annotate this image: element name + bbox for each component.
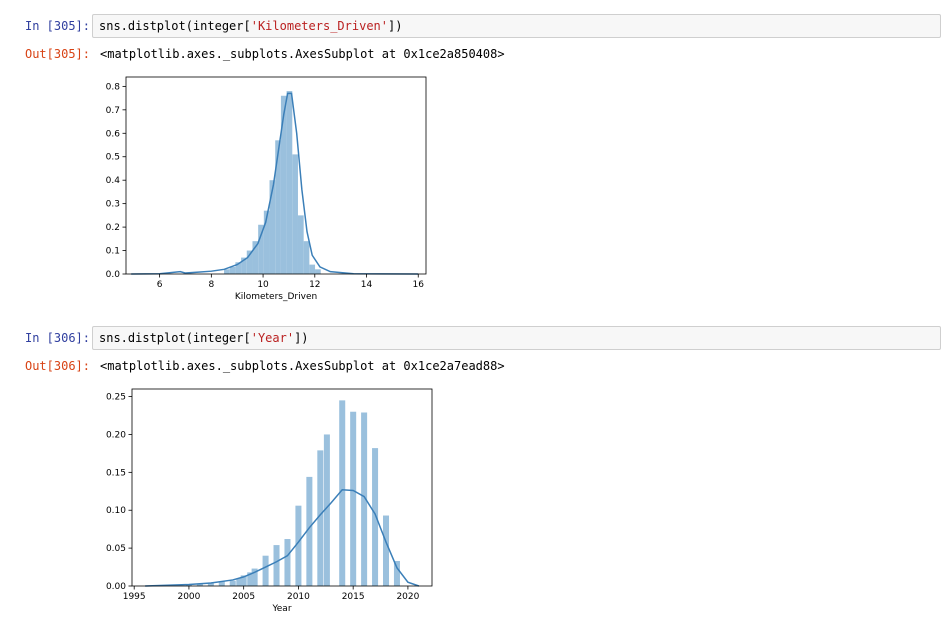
- x-tick-label: 2010: [287, 592, 310, 602]
- x-axis-label: Year: [271, 604, 291, 614]
- y-tick-label: 0.4: [106, 176, 121, 186]
- histogram-bar: [275, 140, 281, 274]
- x-tick-label: 2020: [396, 592, 419, 602]
- y-tick-label: 0.00: [106, 582, 126, 592]
- code-suffix: ]): [388, 19, 403, 33]
- histogram-bar: [309, 264, 316, 274]
- code-input[interactable]: sns.distplot(integer['Kilometers_Driven'…: [92, 14, 941, 38]
- y-tick-label: 0.7: [106, 106, 120, 116]
- code-prefix: sns.distplot(integer[: [99, 331, 251, 345]
- y-tick-label: 0.5: [106, 153, 120, 163]
- y-tick-label: 0.10: [106, 506, 126, 516]
- input-prompt: In [305]:: [24, 19, 90, 33]
- histogram-bar: [303, 241, 310, 274]
- histogram-bar: [383, 515, 390, 586]
- x-tick-label: 16: [413, 280, 425, 290]
- code-suffix: ]): [294, 331, 309, 345]
- code-prefix: sns.distplot(integer[: [99, 19, 251, 33]
- chart-year: 1995 2000 2005 2010 2015 2020 0.00 0.05 0.10 0.15…: [106, 388, 433, 614]
- histogram-bar: [372, 448, 379, 586]
- x-tick-label: 2015: [342, 592, 365, 602]
- output-text: <matplotlib.axes._subplots.AxesSubplot a…: [100, 359, 505, 373]
- histogram-bar: [315, 269, 321, 274]
- y-tick-label: 0.25: [106, 393, 126, 403]
- histogram-bar: [269, 180, 276, 274]
- x-tick-label: 1995: [123, 592, 146, 602]
- x-tick-label: 10: [257, 280, 269, 290]
- x-axis-label: Kilometers_Driven: [235, 292, 317, 302]
- histogram-bar: [297, 215, 304, 274]
- histogram-bar: [224, 269, 230, 274]
- x-tick-label: 2000: [177, 592, 200, 602]
- output-prompt: Out[305]:: [24, 47, 90, 61]
- input-prompt: In [306]:: [24, 331, 90, 345]
- x-tick-label: 2005: [232, 592, 255, 602]
- x-tick-label: 6: [157, 280, 163, 290]
- y-tick-label: 0.15: [106, 468, 126, 478]
- code-input[interactable]: sns.distplot(integer['Year']): [92, 326, 941, 350]
- histogram-bar: [262, 555, 269, 586]
- y-tick-label: 0.8: [106, 82, 121, 92]
- output-text: <matplotlib.axes._subplots.AxesSubplot a…: [100, 47, 505, 61]
- histogram-bar: [350, 411, 357, 586]
- chart-kilometers-driven: 6 8 10 12 14 16 0.0 0.1 0.2 0.3 0.4 0.5 0.6 0.7 0.8 Kil…: [106, 76, 427, 302]
- x-tick-label: 8: [208, 280, 214, 290]
- output-prompt: Out[306]:: [24, 359, 90, 373]
- y-tick-label: 0.20: [106, 430, 126, 440]
- histogram-bar: [292, 154, 298, 274]
- y-tick-label: 0.6: [106, 129, 121, 139]
- histogram-bar: [286, 91, 293, 274]
- code-string: 'Year': [250, 331, 295, 345]
- histogram-bar: [280, 95, 287, 274]
- histogram-bar: [273, 545, 280, 586]
- histogram-bar: [229, 580, 236, 586]
- y-tick-label: 0.05: [106, 544, 126, 554]
- y-tick-label: 0.0: [106, 270, 121, 280]
- code-string: 'Kilometers_Driven': [250, 19, 388, 33]
- histogram-bar: [229, 266, 236, 274]
- x-tick-label: 14: [361, 280, 373, 290]
- y-tick-label: 0.2: [106, 223, 120, 233]
- histogram-bar: [258, 224, 264, 274]
- y-tick-label: 0.3: [106, 200, 120, 210]
- x-tick-label: 12: [309, 280, 320, 290]
- histogram-bar: [284, 539, 291, 586]
- y-tick-label: 0.1: [106, 247, 120, 257]
